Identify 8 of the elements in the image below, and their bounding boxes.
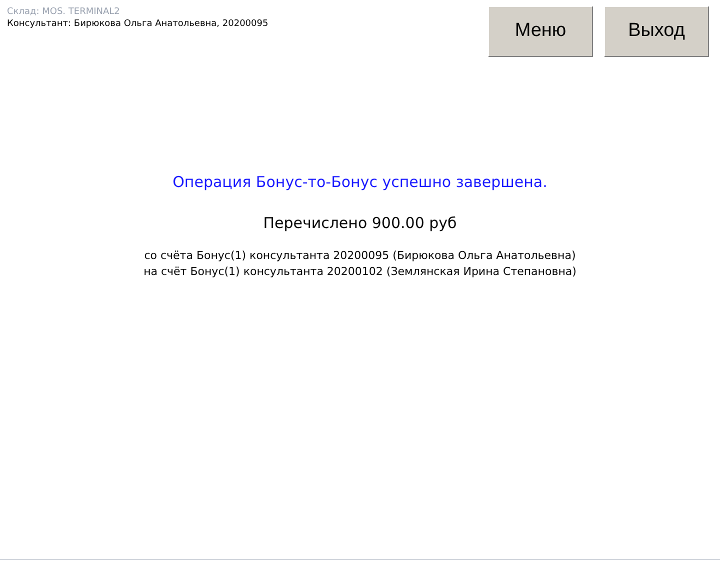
consultant-label: Консультант: Бирюкова Ольга Анатольевна, 20200095 — [7, 18, 268, 30]
transfer-detail: на счёт Бонус(1) консультанта 20200102 (Землянская Ирина Степановна) — [144, 264, 576, 280]
amount-text: Перечислено 900.00 руб — [263, 212, 457, 234]
nav-button[interactable]: Выход — [604, 6, 709, 57]
success-message: Операция Бонус-то-Бонус успешно завершена. — [172, 172, 548, 193]
nav-button[interactable]: Меню — [488, 6, 593, 57]
warehouse-label: Склад: MOS. TERMINAL2 — [7, 6, 121, 18]
transfer-detail: со счёта Бонус(1) консультанта 20200095 (Бирюкова Ольга Анатольевна) — [144, 248, 576, 264]
